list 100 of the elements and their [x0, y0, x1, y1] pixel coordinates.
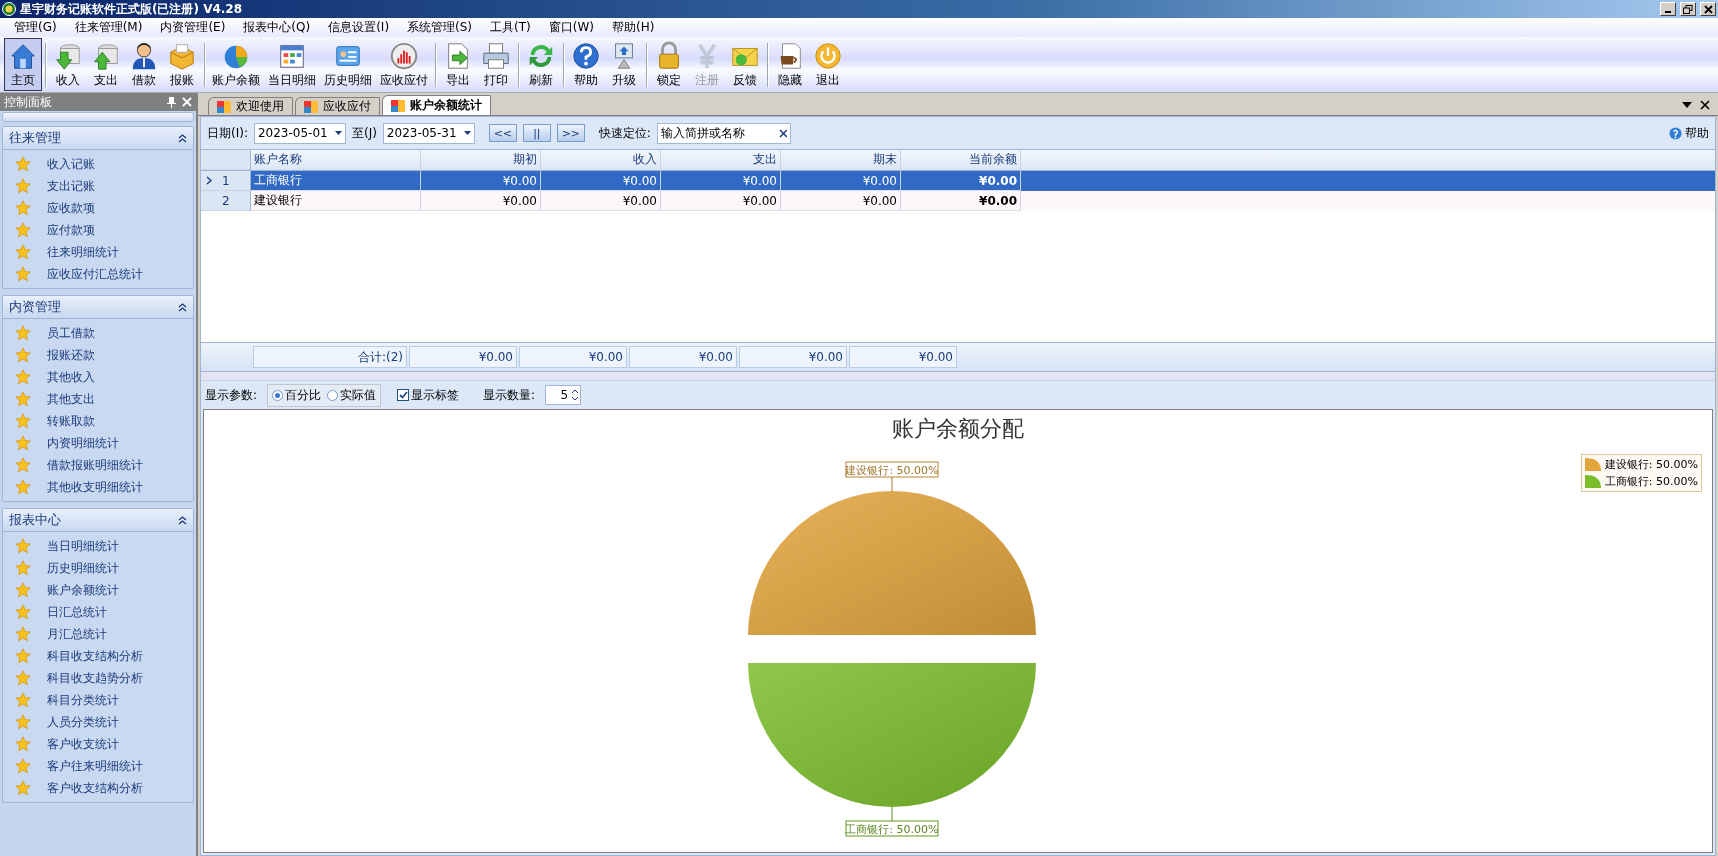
total-cell: ¥0.00 — [739, 346, 847, 368]
sidebar-item[interactable]: 科目分类统计 — [47, 691, 119, 709]
sidebar-item[interactable]: 往来明细统计 — [47, 243, 119, 261]
nav-button[interactable]: << — [488, 124, 517, 142]
sidebar-item[interactable]: 其他支出 — [47, 390, 95, 408]
collapse-icon[interactable] — [178, 302, 187, 312]
toolbar-button[interactable]: 主页 — [4, 38, 42, 91]
count-spinner[interactable]: 5 — [545, 385, 582, 405]
pin-icon[interactable] — [167, 96, 176, 108]
legend-label: 建设银行: 50.00% — [1604, 457, 1698, 472]
toolbar-button[interactable]: 借款 — [125, 38, 163, 91]
menu-item[interactable]: 帮助(H) — [604, 19, 663, 36]
menu-item[interactable]: 系统管理(S) — [399, 19, 481, 36]
toolbar-button[interactable]: 收入 — [49, 38, 87, 91]
toolbar-button[interactable]: 刷新 — [522, 38, 560, 91]
star-icon — [15, 325, 31, 341]
sidebar-item[interactable]: 其他收支明细统计 — [47, 478, 143, 496]
sidebar-item[interactable]: 当日明细统计 — [47, 537, 119, 555]
toolbar-button[interactable]: 退出 — [809, 38, 847, 91]
row-header[interactable]: 1 — [201, 171, 251, 191]
toolbar-button[interactable]: 支出 — [87, 38, 125, 91]
collapse-icon[interactable] — [178, 133, 187, 143]
column-header[interactable]: 期初 — [421, 150, 541, 170]
sidebar-item[interactable]: 客户往来明细统计 — [47, 757, 143, 775]
minimize-button[interactable] — [1660, 2, 1676, 16]
out-icon — [91, 41, 121, 71]
sidebar-item[interactable]: 应付款项 — [47, 221, 95, 239]
toolbar-button[interactable]: 升级 — [605, 38, 643, 91]
menu-item[interactable]: 往来管理(M) — [66, 19, 151, 36]
toolbar-button[interactable]: 帮助 — [567, 38, 605, 91]
total-cell: ¥0.00 — [519, 346, 627, 368]
nav-button[interactable]: || — [522, 124, 551, 142]
dropdown-icon[interactable] — [1682, 102, 1692, 108]
date-from-field[interactable]: 2023-05-01 — [253, 122, 346, 144]
sidebar-item[interactable]: 收入记账 — [47, 155, 95, 173]
row-header[interactable]: 2 — [201, 191, 251, 211]
menu-item[interactable]: 内资管理(E) — [152, 19, 234, 36]
sidebar-item[interactable]: 其他收入 — [47, 368, 95, 386]
toolbar-button[interactable]: 报账 — [163, 38, 201, 91]
sidebar-item[interactable]: 日汇总统计 — [47, 603, 107, 621]
toolbar-button[interactable]: 隐藏 — [771, 38, 809, 91]
tab[interactable]: 欢迎使用 — [208, 97, 293, 115]
menu-item[interactable]: 管理(G) — [6, 19, 65, 36]
tab[interactable]: 应收应付 — [295, 97, 380, 115]
sidebar-item[interactable]: 员工借款 — [47, 324, 95, 342]
toolbar-button[interactable]: 导出 — [439, 38, 477, 91]
help-icon — [571, 41, 601, 71]
toolbar-button[interactable]: 当日明细 — [264, 38, 320, 91]
close-icon[interactable] — [1700, 100, 1710, 110]
toolbar-button[interactable]: 锁定 — [650, 38, 688, 91]
menu-item[interactable]: 信息设置(I) — [320, 19, 398, 36]
sidebar-item[interactable]: 报账还款 — [47, 346, 95, 364]
close-button[interactable] — [1700, 2, 1716, 16]
sidebar-item[interactable]: 支出记账 — [47, 177, 95, 195]
star-icon — [15, 178, 31, 194]
sidebar-item[interactable]: 客户收支统计 — [47, 735, 119, 753]
column-header[interactable]: 支出 — [661, 150, 781, 170]
sidebar-item[interactable]: 转账取款 — [47, 412, 95, 430]
toolbar-button[interactable]: 打印 — [477, 38, 515, 91]
collapse-icon[interactable] — [178, 515, 187, 525]
star-icon — [15, 648, 31, 664]
radio-option[interactable]: 百分比 — [272, 386, 322, 404]
search-field[interactable]: 输入简拼或名称 — [656, 122, 791, 144]
sidebar-item[interactable]: 月汇总统计 — [47, 625, 107, 643]
search-label: 快速定位: — [598, 124, 651, 142]
tab[interactable]: 账户余额统计 — [382, 95, 491, 115]
date-to-field[interactable]: 2023-05-31 — [382, 122, 475, 144]
sidebar-item[interactable]: 账户余额统计 — [47, 581, 119, 599]
menu-item[interactable]: 窗口(W) — [540, 19, 602, 36]
sidebar-item[interactable]: 内资明细统计 — [47, 434, 119, 452]
column-header[interactable]: 期末 — [781, 150, 901, 170]
radio-option[interactable]: 实际值 — [327, 386, 377, 404]
star-icon — [15, 479, 31, 495]
sidebar-item[interactable]: 历史明细统计 — [47, 559, 119, 577]
column-header[interactable]: 账户名称 — [251, 150, 421, 170]
leader-line — [891, 476, 893, 492]
spinner-arrows-icon[interactable] — [572, 389, 579, 401]
sidebar-item[interactable]: 应收应付汇总统计 — [47, 265, 143, 283]
sidebar-item[interactable]: 客户收支结构分析 — [47, 779, 143, 797]
help-link[interactable]: 帮助 — [1669, 124, 1709, 142]
sidebar-item[interactable]: 科目收支趋势分析 — [47, 669, 143, 687]
in-icon — [53, 41, 83, 71]
nav-button[interactable]: >> — [556, 124, 585, 142]
toolbar-button[interactable]: 反馈 — [726, 38, 764, 91]
app-logo-icon — [2, 2, 16, 16]
toolbar-button[interactable]: 账户余额 — [208, 38, 264, 91]
sidebar-item[interactable]: 人员分类统计 — [47, 713, 119, 731]
column-header[interactable]: 当前余额 — [901, 150, 1021, 170]
menu-item[interactable]: 报表中心(Q) — [235, 19, 319, 36]
column-header[interactable]: 收入 — [541, 150, 661, 170]
clear-icon[interactable] — [778, 128, 787, 138]
restore-button[interactable] — [1680, 2, 1696, 16]
scroll-up-handle[interactable] — [2, 112, 194, 122]
toolbar-button[interactable]: 应收应付 — [376, 38, 432, 91]
sidebar-item[interactable]: 借款报账明细统计 — [47, 456, 143, 474]
sidebar-item[interactable]: 应收款项 — [47, 199, 95, 217]
toolbar-button[interactable]: 历史明细 — [320, 38, 376, 91]
sidebar-item[interactable]: 科目收支结构分析 — [47, 647, 143, 665]
menu-item[interactable]: 工具(T) — [482, 19, 539, 36]
show-labels-checkbox[interactable]: 显示标签 — [397, 386, 460, 404]
